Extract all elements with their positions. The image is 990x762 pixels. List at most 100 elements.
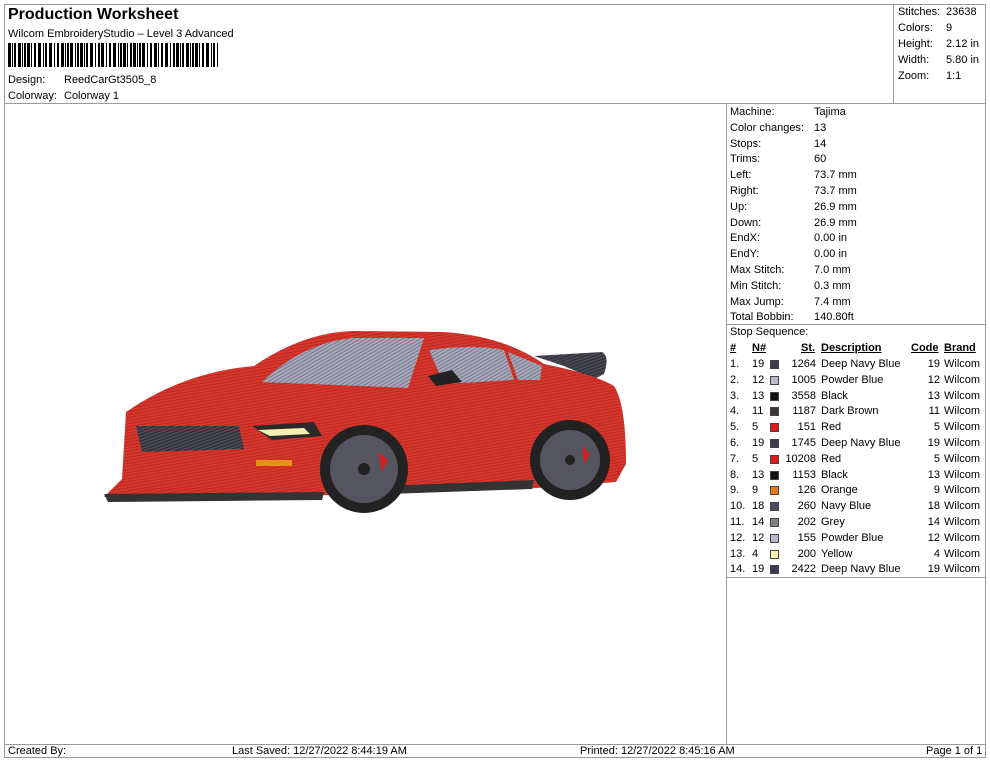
row-description: Dark Brown [821, 405, 879, 418]
color-swatch [770, 565, 779, 575]
barcode-bar [217, 43, 218, 67]
row-needle: 5 [752, 452, 759, 465]
barcode-bar [123, 43, 126, 67]
row-num: 10. [730, 500, 746, 513]
row-brand: Wilcom [944, 437, 981, 449]
machine-info-label: Max Jump: [730, 295, 784, 308]
row-num: 14. [730, 563, 746, 576]
stat-value: 9 [946, 22, 953, 34]
windshield [262, 338, 424, 388]
row-needle: 12 [752, 531, 765, 544]
row-num: 5. [730, 421, 740, 434]
stat-label: Stitches: [898, 6, 941, 18]
barcode-bar [34, 43, 36, 67]
row-brand: Wilcom [944, 500, 981, 513]
machine-info-label: EndY: [730, 248, 760, 261]
row-brand: Wilcom [944, 484, 981, 497]
row-stitches: 126 [797, 484, 816, 497]
printed-date: Printed: 12/27/2022 8:45:16 AM [580, 745, 735, 757]
barcode-bar [101, 43, 104, 67]
barcode-bar [57, 43, 59, 67]
machine-info-value: 140.80ft [814, 311, 854, 324]
row-description: Red [821, 421, 842, 434]
machine-info-value: 0.00 in [814, 232, 848, 245]
barcode-bar [165, 43, 168, 67]
barcode-bar [139, 43, 141, 67]
design-label: Design: [8, 74, 46, 86]
color-swatch [770, 375, 779, 385]
barcode-bar [49, 43, 52, 67]
barcode-bar [170, 43, 171, 67]
row-code: 14 [927, 516, 940, 528]
row-description: Red [821, 452, 842, 465]
barcode-bar [186, 43, 189, 67]
barcode-bar [106, 43, 107, 67]
machine-info-value: 60 [814, 153, 827, 166]
row-stitches: 202 [797, 516, 816, 528]
row-stitches: 155 [797, 531, 816, 544]
barcode-bar [45, 43, 47, 67]
machine-info-value: Tajima [814, 106, 846, 118]
barcode-bar [192, 43, 194, 67]
stat-value: 5.80 in [946, 54, 980, 66]
barcode-bar [95, 43, 96, 67]
machine-info-label: Min Stitch: [730, 279, 782, 292]
barcode-bar [150, 43, 152, 67]
machine-info-label: Total Bobbin: [730, 311, 794, 324]
barcode-bar [211, 43, 212, 67]
machine-info-label: Trims: [730, 153, 761, 166]
row-needle: 9 [752, 484, 759, 497]
design-preview [4, 104, 727, 744]
row-description: Orange [821, 484, 858, 497]
design-value: ReedCarGt3505_8 [64, 74, 157, 86]
barcode-bar [86, 43, 88, 67]
color-swatch [770, 454, 779, 464]
row-code: 12 [927, 373, 940, 386]
color-swatch [770, 423, 779, 433]
row-code: 13 [927, 468, 940, 481]
col-header-code: Code [911, 342, 939, 354]
row-needle: 14 [752, 516, 765, 528]
row-stitches: 1153 [792, 468, 816, 481]
row-needle: 13 [752, 468, 765, 481]
row-stitches: 1005 [791, 373, 816, 386]
row-code: 19 [927, 437, 940, 449]
barcode-bar [206, 43, 209, 67]
colorway-value: Colorway 1 [64, 90, 120, 102]
row-description: Deep Navy Blue [821, 437, 901, 449]
barcode-bar [120, 43, 122, 67]
row-brand: Wilcom [944, 547, 981, 560]
barcode-bar [12, 43, 13, 67]
col-header-num: # [730, 342, 737, 354]
stat-value: 23638 [946, 6, 977, 18]
machine-info-value: 73.7 mm [814, 185, 857, 197]
row-code: 11 [928, 405, 940, 418]
color-swatch [770, 439, 779, 448]
barcode-bar [109, 43, 111, 67]
page-number: Page 1 of 1 [926, 745, 983, 757]
row-needle: 18 [752, 500, 765, 513]
machine-info-label: Machine: [730, 106, 775, 118]
row-description: Black [821, 389, 848, 402]
row-stitches: 260 [797, 500, 816, 513]
row-code: 19 [927, 563, 940, 576]
row-description: Deep Navy Blue [821, 358, 901, 370]
barcode-bar [137, 43, 138, 67]
row-num: 3. [730, 389, 740, 402]
row-needle: 5 [752, 421, 759, 434]
barcode-bar [14, 43, 16, 67]
machine-info-value: 73.7 mm [814, 169, 857, 182]
barcode-bar [8, 43, 11, 67]
barcode-bar [31, 43, 32, 67]
front-hub [358, 463, 370, 475]
row-description: Powder Blue [821, 373, 884, 386]
barcode-bar [24, 43, 26, 67]
machine-info-value: 7.0 mm [814, 264, 851, 276]
row-stitches: 1745 [791, 437, 816, 449]
row-stitches: 10208 [785, 452, 816, 465]
page-title: Production Worksheet [8, 6, 179, 23]
machine-info-label: Color changes: [730, 121, 804, 134]
color-swatch [770, 486, 779, 496]
row-brand: Wilcom [944, 452, 981, 465]
row-description: Yellow [821, 547, 853, 560]
